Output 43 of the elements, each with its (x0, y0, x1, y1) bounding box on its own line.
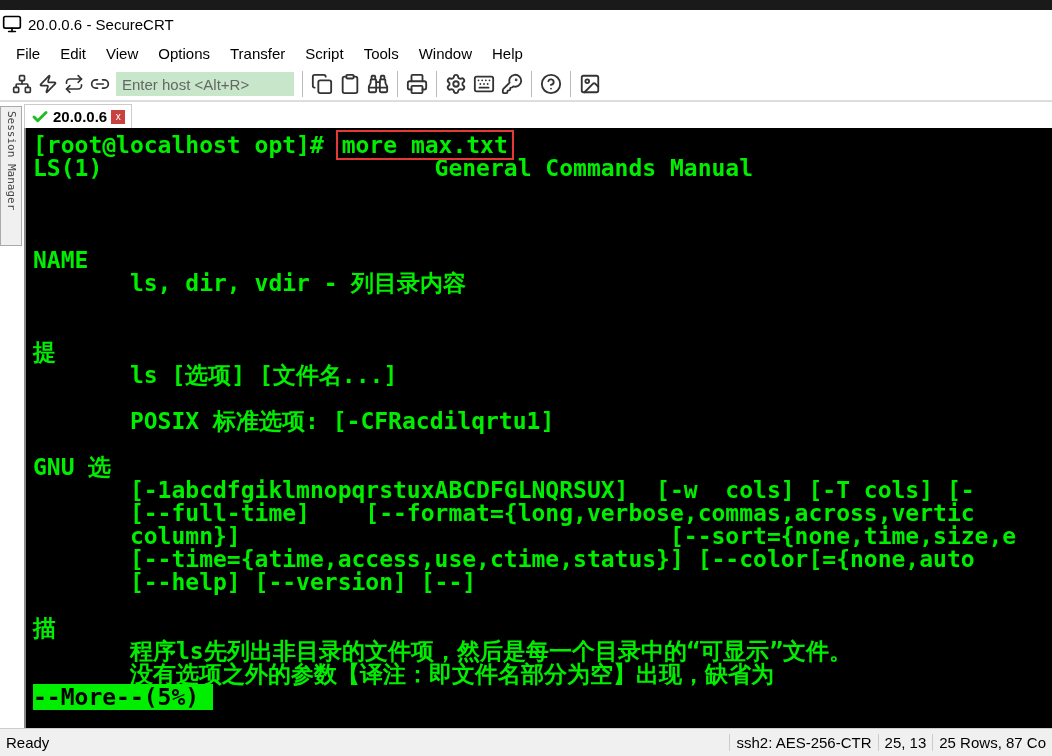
keyboard-icon[interactable] (473, 73, 495, 95)
command: more max.txt (337, 132, 512, 158)
terminal-line: [-1abcdfgiklmnopqrstuxABCDFGLNQRSUX] [-w cols] [-T cols] [- (128, 477, 975, 503)
repeat-icon[interactable] (64, 74, 84, 94)
more-prompt: --More--(5%) (33, 684, 214, 710)
app-icon (2, 14, 22, 34)
clipboard-icon[interactable] (339, 73, 361, 95)
status-text: 25, 13 (877, 734, 933, 751)
lightning-icon[interactable] (38, 74, 58, 94)
menu-item[interactable]: Transfer (220, 44, 296, 62)
terminal[interactable] (24, 128, 1052, 728)
copy-icon[interactable] (311, 73, 333, 95)
session-tab[interactable]: 20.0.0.6 x (24, 104, 133, 128)
binoculars-icon[interactable] (367, 73, 389, 95)
menu-item[interactable]: View (96, 44, 149, 62)
terminal-line: ls [选项] [文件名...] (128, 362, 398, 388)
help-icon[interactable] (540, 73, 562, 95)
window-title: 20.0.0.6 - SecureCRT (28, 15, 174, 33)
status-text: ssh2: AES-256-CTR (729, 734, 878, 751)
prompt: [root@localhost opt]# (33, 132, 325, 158)
terminal-line: 描 (33, 615, 56, 641)
close-button[interactable]: x (111, 109, 126, 124)
status-text: Ready (5, 734, 51, 751)
menu-item[interactable]: Tools (353, 44, 409, 62)
menu-item[interactable]: Help (482, 44, 533, 62)
menu-item[interactable]: Script (295, 44, 354, 62)
host-field[interactable]: Enter host <Alt+R> (116, 72, 294, 96)
menu-item[interactable]: Edit (50, 44, 97, 62)
session-manager-tab[interactable]: Session Manager (0, 106, 22, 246)
terminal-line: POSIX 标准选项: [-CFRacdilqrtu1] (128, 408, 555, 434)
settings-icon[interactable] (445, 73, 467, 95)
printer-icon[interactable] (406, 73, 428, 95)
network-icon[interactable] (12, 74, 32, 94)
menu-item[interactable]: Options (148, 44, 220, 62)
terminal-line: 提 (33, 339, 56, 365)
menu-item[interactable]: Window (408, 44, 482, 62)
image-icon[interactable] (579, 73, 601, 95)
menu-item[interactable]: File (6, 44, 51, 62)
status-text: 25 Rows, 87 Co (932, 734, 1052, 751)
terminal-line: ls, dir, vdir - 列目录内容 (128, 270, 467, 296)
key-icon[interactable] (501, 73, 523, 95)
terminal-line: GNU 选 (33, 454, 112, 480)
terminal-line: NAME (33, 247, 89, 273)
